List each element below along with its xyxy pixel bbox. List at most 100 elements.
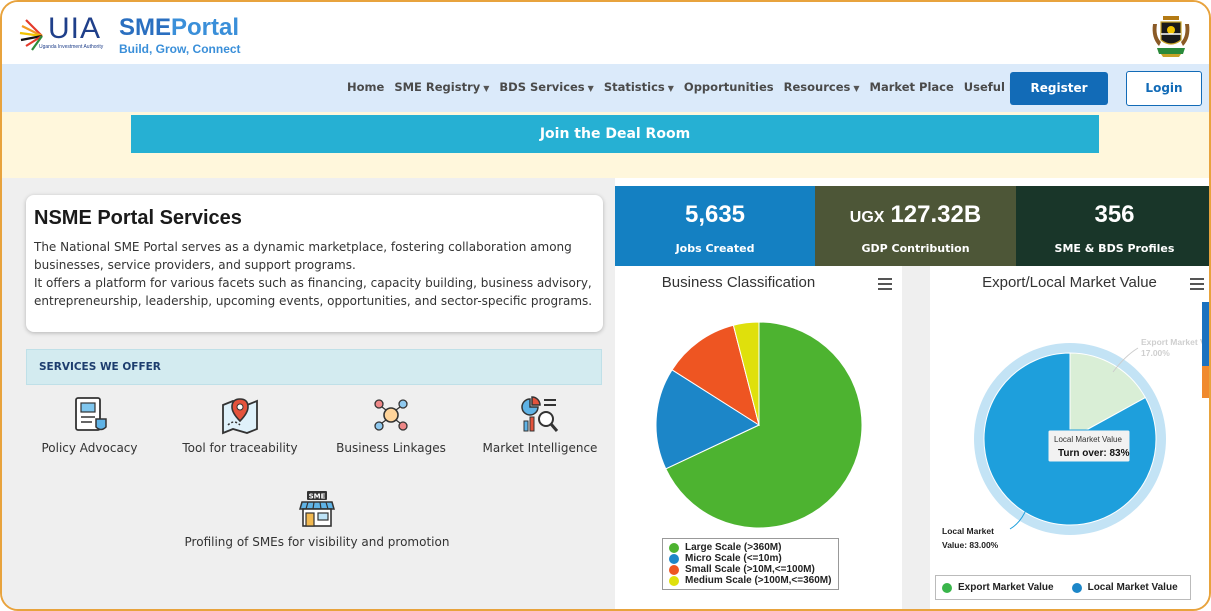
pie-chart-svg: Export Market Value17.00% Local Market Val… — [942, 337, 1211, 550]
service-label: Tool for traceability — [182, 441, 298, 455]
nav-item-statistics[interactable]: Statistics ▼ — [604, 80, 674, 94]
page-frame: UIA Uganda Investment Authority SMEPorta… — [0, 0, 1211, 611]
legend-item[interactable]: Medium Scale (>100M,<=360M) — [669, 575, 832, 586]
service-label: Profiling of SMEs for visibility and pro… — [184, 535, 450, 549]
chart-title: Business Classification — [661, 274, 816, 291]
stat-value: 356 — [1094, 201, 1135, 228]
service-market-intelligence[interactable]: Market Intelligence — [480, 395, 600, 455]
stat-label: SME & BDS Profiles — [1054, 242, 1175, 255]
legend-label: Small Scale (>10M,<=100M) — [685, 564, 815, 575]
tooltip-title: Local Market Value — [1054, 435, 1122, 444]
services-offer-heading: SERVICES WE OFFER — [26, 349, 602, 385]
chart-legend: Export Market Value Local Market Value — [935, 575, 1191, 600]
chart-legend: Large Scale (>360M) Micro Scale (<=10m) … — [662, 538, 839, 590]
legend-marker — [669, 553, 679, 564]
nav-item-label: Home — [347, 80, 385, 94]
services-card-paragraph-2: It offers a platform for various facets … — [34, 276, 593, 308]
export-local-market-chart: Export/Local Market Value Export Market … — [930, 266, 1211, 609]
legend-item[interactable]: Large Scale (>360M) — [669, 542, 832, 553]
deal-room-band: Join the Deal Room — [2, 112, 1209, 178]
side-tab-blue[interactable] — [1202, 302, 1209, 366]
nav-item-label: Market Place — [869, 80, 954, 94]
sme-portal-suffix: Portal — [171, 14, 240, 41]
coat-of-arms-icon — [1152, 16, 1190, 57]
nav-item-label: Statistics — [603, 80, 665, 94]
map-pin-icon — [222, 398, 258, 435]
nav-item-label: Opportunities — [683, 80, 774, 94]
legend-label: Export Market Value — [958, 582, 1054, 593]
uia-logo-text: UIA — [48, 12, 102, 45]
services-card-title: NSME Portal Services — [34, 207, 242, 229]
brand-bar: UIA Uganda Investment Authority SMEPorta… — [2, 2, 1209, 64]
service-label: Business Linkages — [336, 441, 446, 455]
legend-marker — [669, 575, 679, 586]
stat-sme-bds-profiles: 356 SME & BDS Profiles — [1016, 186, 1209, 266]
stat-label: Jobs Created — [675, 242, 755, 255]
nav-item-resources[interactable]: Resources ▼ — [784, 80, 860, 94]
stat-gdp-contribution: UGX 127.32B GDP Contribution — [815, 186, 1016, 266]
chart-menu-icon[interactable] — [878, 278, 892, 293]
services-section: NSME Portal Services The National SME Po… — [2, 178, 615, 609]
data-label: Export Market Value — [1141, 337, 1211, 347]
stat-value: 127.32B — [890, 201, 982, 228]
portal-tagline: Build, Grow, Connect — [119, 42, 241, 56]
service-business-linkages[interactable]: Business Linkages — [335, 395, 447, 455]
nav-item-label: SME Registry — [394, 80, 481, 94]
legend-marker — [669, 542, 679, 553]
legend-item[interactable]: Export Market Value — [942, 582, 1054, 593]
legend-label: Medium Scale (>100M,<=360M) — [685, 575, 832, 586]
nav-item-home[interactable]: Home — [347, 80, 384, 94]
sme-shop-icon: SME — [299, 491, 335, 527]
legend-item[interactable]: Small Scale (>10M,<=100M) — [669, 564, 832, 575]
service-tool-for-traceability[interactable]: Tool for traceability — [176, 395, 304, 455]
nav-item-label: BDS Services — [499, 80, 585, 94]
join-deal-room-button[interactable]: Join the Deal Room — [131, 115, 1099, 153]
legend-item[interactable]: Local Market Value — [1071, 582, 1178, 593]
legend-marker — [942, 582, 952, 593]
tooltip-text: Turn over: 83% — [1058, 448, 1130, 459]
data-label: Local Market — [942, 526, 994, 536]
service-sme-profiling[interactable]: SME Profiling of SMEs for visibility and… — [182, 489, 452, 549]
chevron-down-icon: ▼ — [587, 84, 594, 93]
nav-item-sme-registry[interactable]: SME Registry ▼ — [394, 80, 489, 94]
stat-jobs-created: 5,635 Jobs Created — [615, 186, 815, 266]
legend-label: Micro Scale (<=10m) — [685, 553, 782, 564]
legend-marker — [669, 564, 679, 575]
login-button[interactable]: Login — [1126, 71, 1202, 106]
legend-label: Large Scale (>360M) — [685, 542, 782, 553]
side-tab-orange[interactable] — [1202, 366, 1209, 398]
stat-value: 5,635 — [684, 201, 746, 228]
service-policy-advocacy[interactable]: Policy Advocacy — [32, 395, 147, 455]
policy-document-icon — [74, 397, 107, 431]
service-label: Market Intelligence — [482, 441, 598, 455]
uia-logo-subtitle: Uganda Investment Authority — [39, 44, 104, 50]
sme-portal-prefix: SME — [119, 14, 172, 41]
pie-chart-svg — [655, 321, 863, 529]
network-icon — [374, 399, 408, 431]
currency-prefix: UGX — [849, 209, 885, 226]
portal-services-card: NSME Portal Services The National SME Po… — [26, 195, 603, 332]
analytics-icon — [521, 396, 559, 432]
chevron-down-icon: ▼ — [853, 84, 860, 93]
stat-label: GDP Contribution — [861, 242, 970, 255]
nav-item-label: Resources — [783, 80, 851, 94]
legend-marker — [1071, 582, 1082, 593]
services-card-paragraph-1: The National SME Portal serves as a dyna… — [34, 240, 572, 272]
nav-item-market-place[interactable]: Market Place — [870, 80, 954, 94]
sme-portal-logo[interactable]: SMEPortal — [119, 14, 239, 42]
chevron-down-icon: ▼ — [483, 84, 490, 93]
nav-menu: Home SME Registry ▼ BDS Services ▼ Statist… — [347, 80, 1062, 94]
nav-item-bds-services[interactable]: BDS Services ▼ — [499, 80, 593, 94]
register-button[interactable]: Register — [1010, 72, 1108, 105]
data-label: Value: 83.00% — [942, 540, 999, 550]
legend-item[interactable]: Micro Scale (<=10m) — [669, 553, 832, 564]
nav-item-opportunities[interactable]: Opportunities — [684, 80, 774, 94]
service-label: Policy Advocacy — [41, 441, 138, 455]
data-label: 17.00% — [1141, 348, 1170, 358]
legend-label: Local Market Value — [1087, 582, 1178, 593]
business-classification-chart: Business Classification Large Scale (>36… — [615, 266, 902, 609]
sme-shop-icon-text: SME — [309, 493, 326, 501]
panel-divider — [902, 266, 930, 609]
main-navbar: Home SME Registry ▼ BDS Services ▼ Statist… — [2, 64, 1209, 112]
chevron-down-icon: ▼ — [667, 84, 674, 93]
